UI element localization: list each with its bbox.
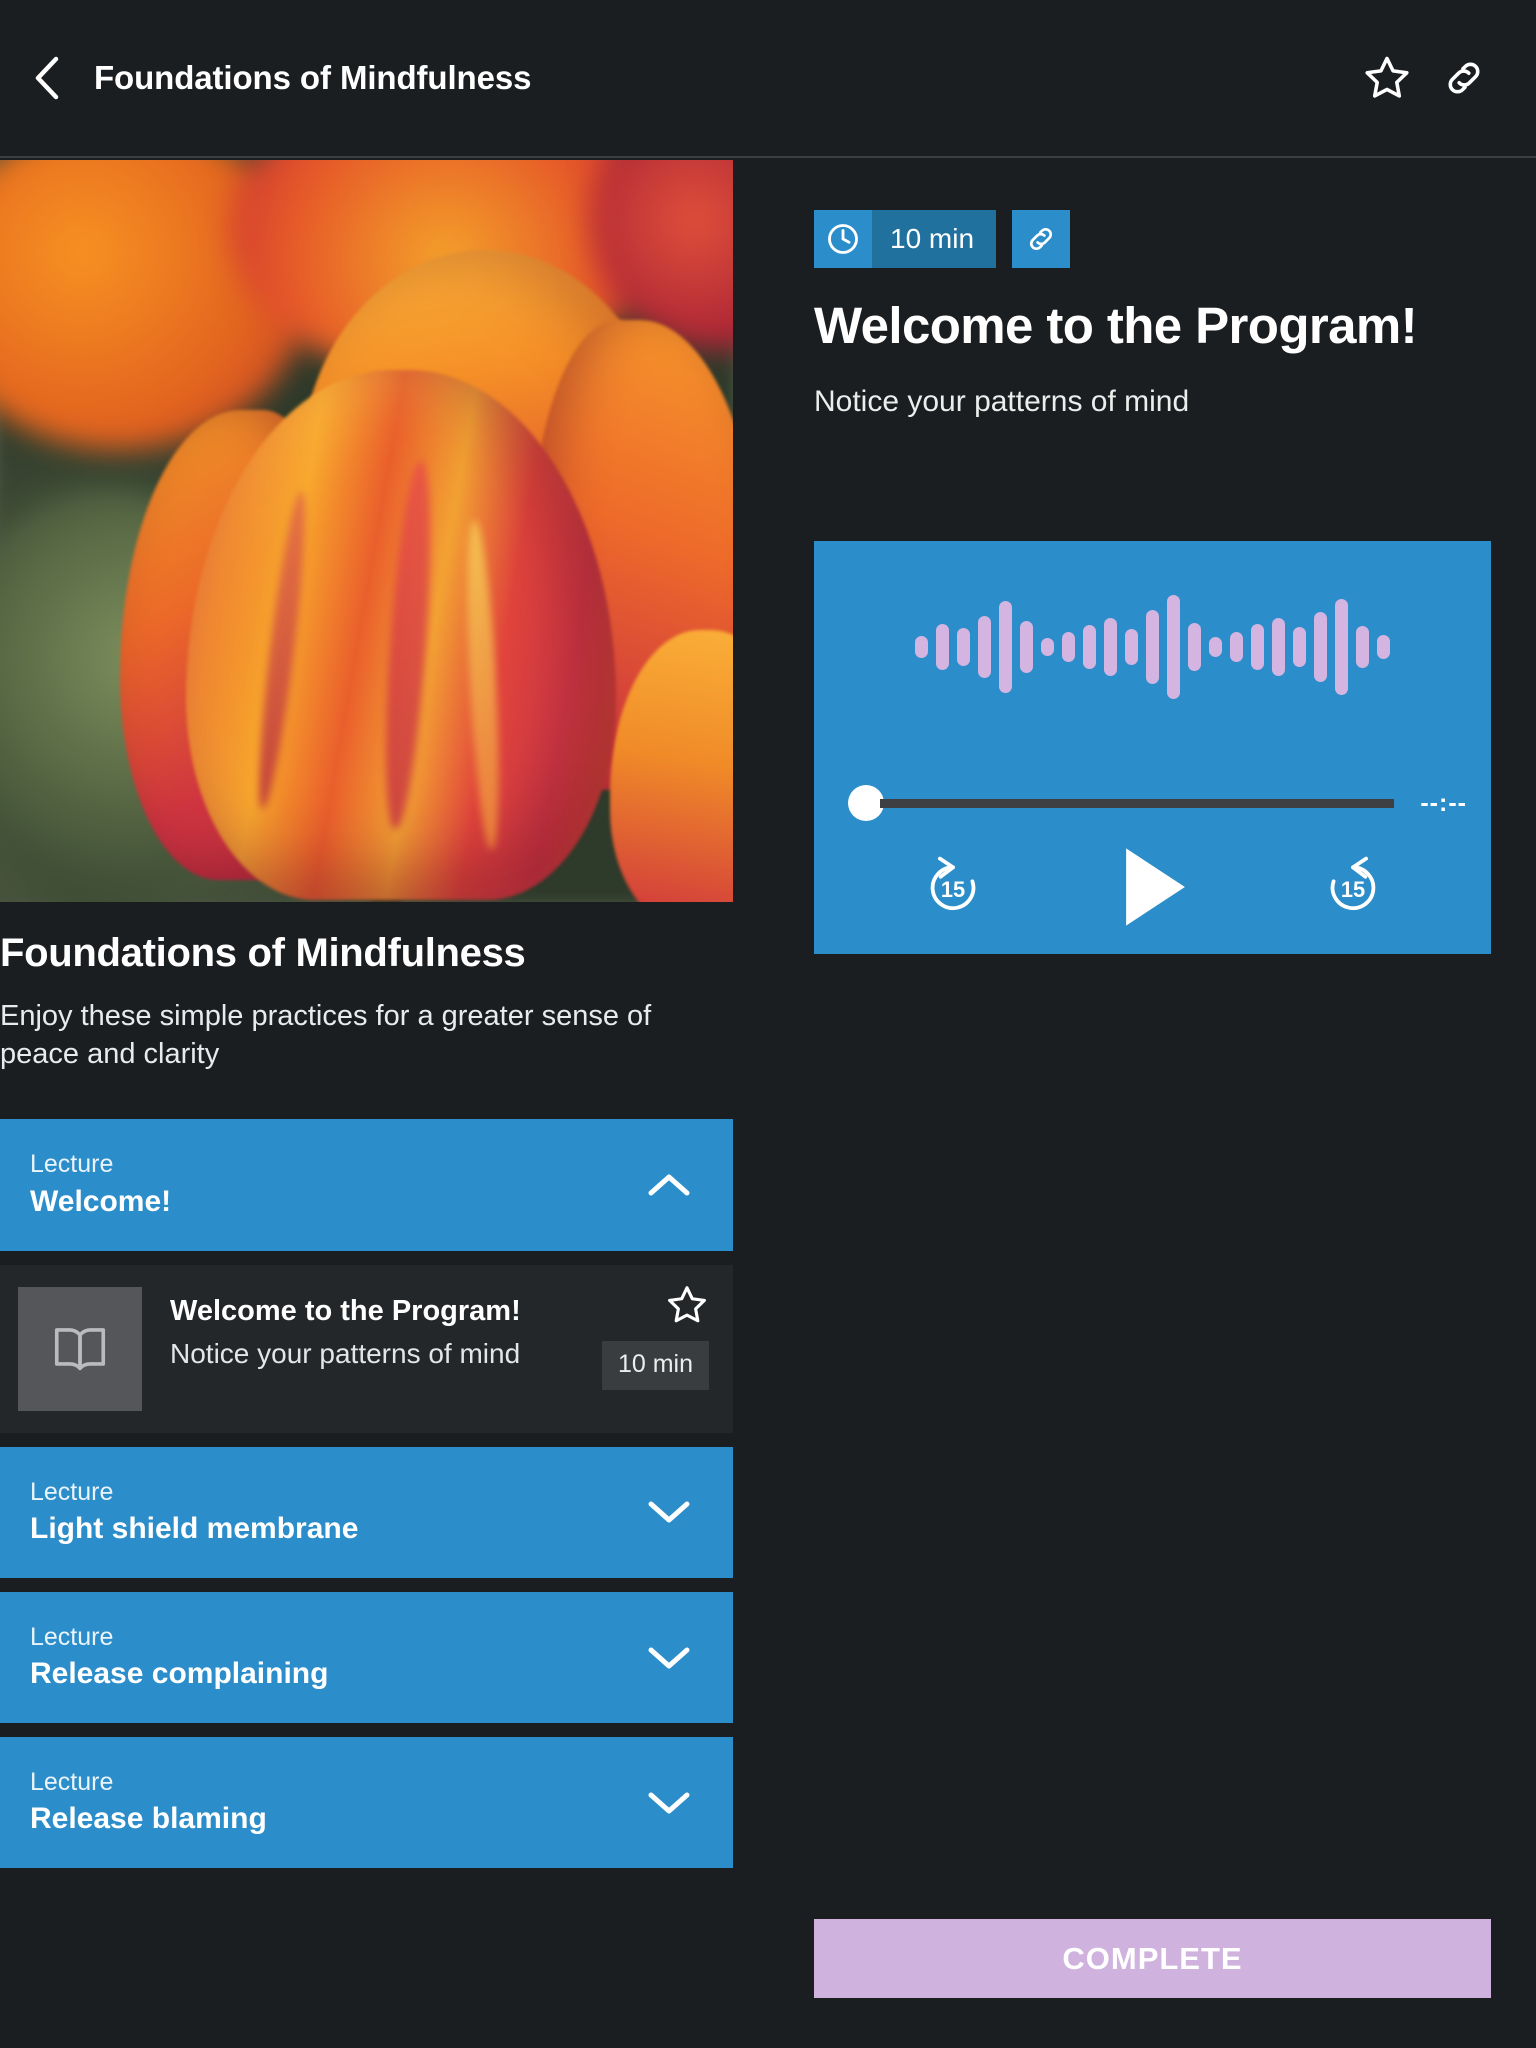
book-icon [54,1327,106,1370]
lesson-text: Welcome to the Program! Notice your patt… [170,1287,521,1370]
lecture-kicker: Lecture [30,1150,114,1179]
course-info: Foundations of Mindfulness Enjoy these s… [0,902,733,1073]
course-title: Foundations of Mindfulness [0,931,526,975]
waveform-bar [1167,595,1180,699]
lesson-detail-title: Welcome to the Program! [814,297,1418,354]
chevron-left-icon [35,56,59,100]
lesson-row[interactable]: Welcome to the Program! Notice your patt… [0,1264,733,1433]
waveform-bar [936,624,949,670]
clock-icon-wrapper [814,210,872,268]
waveform-bar [978,616,991,678]
waveform-bar [1209,637,1222,657]
lecture-name: Light shield membrane [30,1511,359,1545]
player-controls: 15 15 [814,837,1491,937]
lecture-kicker: Lecture [30,1622,114,1651]
waveform-bar [1293,627,1306,667]
lecture-list: Lecture Welcome! Welcome to the Program!… [0,1119,733,1869]
waveform-bar [1356,626,1369,668]
chevron-down-icon[interactable] [647,1645,691,1671]
lesson-detail-panel: 10 min Welcome to the Program! Notice yo… [733,160,1536,2048]
svg-text:15: 15 [940,877,964,902]
duration-chip[interactable]: 10 min [814,210,997,268]
complete-button[interactable]: COMPLETE [814,1919,1491,1998]
play-icon[interactable] [1116,845,1190,929]
content-area: Foundations of Mindfulness Enjoy these s… [0,160,1536,2048]
link-icon[interactable] [1440,54,1488,102]
waveform-bar [1188,623,1201,671]
waveform-bar [1062,632,1075,662]
waveform-bar [1020,621,1033,673]
lesson-title: Welcome to the Program! [170,1294,521,1327]
course-sidebar: Foundations of Mindfulness Enjoy these s… [0,160,733,2048]
waveform-bar [1146,610,1159,684]
lesson-meta: 10 min [601,1283,709,1390]
waveform-bar [1230,632,1243,662]
waveform-bar [1335,599,1348,695]
chevron-down-icon[interactable] [647,1499,691,1525]
lecture-name: Release blaming [30,1802,267,1836]
lecture-kicker: Lecture [30,1768,114,1797]
app-bar: Foundations of Mindfulness [0,0,1536,158]
forward-15-icon[interactable]: 15 [1318,852,1388,922]
lecture-name: Release complaining [30,1657,329,1691]
chevron-up-icon[interactable] [647,1172,691,1198]
share-link-button[interactable] [1012,210,1071,268]
lecture-name: Welcome! [30,1184,172,1218]
lesson-subtitle: Notice your patterns of mind [170,1337,521,1369]
lesson-duration-badge: 10 min [601,1340,709,1390]
progress-knob[interactable] [848,785,884,821]
waveform-bar [1272,618,1285,676]
waveform-bar [1251,624,1264,670]
waveform-bar [1314,612,1327,682]
replay-15-icon[interactable]: 15 [918,852,988,922]
lecture-section-header-1[interactable]: Lecture Light shield membrane [0,1446,733,1578]
star-outline-icon[interactable] [665,1283,709,1327]
lesson-meta-row: 10 min [733,160,1536,268]
waveform-bar [1104,618,1117,676]
waveform-bar [1377,635,1390,659]
lecture-section-header-0[interactable]: Lecture Welcome! [0,1119,733,1251]
chevron-down-icon[interactable] [647,1790,691,1816]
lecture-kicker: Lecture [30,1477,114,1506]
audio-player: --:-- 15 15 [814,541,1491,954]
page-title: Foundations of Mindfulness [94,59,532,96]
back-button[interactable] [12,43,82,113]
waveform-bar [999,601,1012,693]
waveform-bar [957,628,970,666]
course-subtitle: Enjoy these simple practices for a great… [0,1000,652,1070]
progress-track[interactable] [880,798,1395,808]
star-outline-icon[interactable] [1362,53,1412,103]
waveform-bar [1083,625,1096,669]
app-bar-actions [1362,53,1488,103]
lecture-section-header-3[interactable]: Lecture Release blaming [0,1737,733,1869]
audio-waveform [814,587,1491,707]
lecture-section-header-2[interactable]: Lecture Release complaining [0,1591,733,1724]
clock-icon [828,224,858,254]
waveform-bar [1125,629,1138,665]
audio-progress-slider[interactable]: --:-- [848,783,1467,823]
course-hero-image [0,160,733,902]
waveform-bar [915,636,928,658]
complete-button-label: COMPLETE [1062,1940,1243,1976]
link-icon [1030,227,1053,251]
time-display: --:-- [1420,788,1467,817]
lesson-detail-description: Notice your patterns of mind [814,385,1190,418]
duration-label: 10 min [872,210,997,268]
lesson-thumbnail [18,1286,142,1411]
waveform-bar [1041,638,1054,656]
svg-text:15: 15 [1340,877,1364,902]
